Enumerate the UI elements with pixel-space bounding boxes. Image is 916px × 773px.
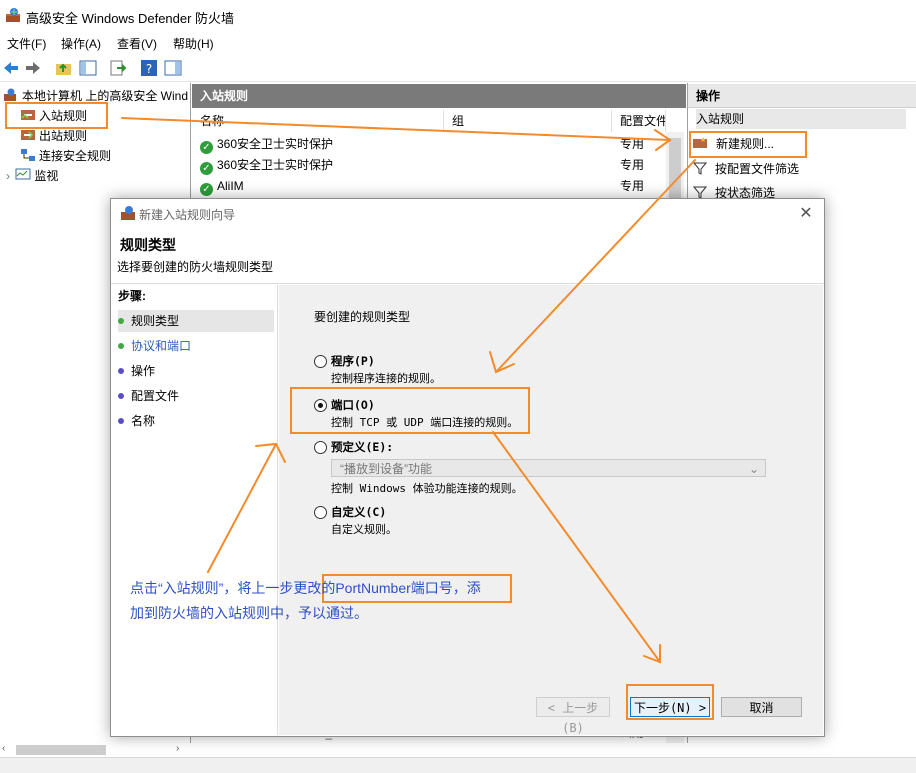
annotation-arrows: [121, 117, 696, 664]
annotation-text-line1: 点击“入站规则”，将上一步更改的PortNumber端口号，添: [130, 580, 481, 596]
annotation-text-line2: 加到防火墙的入站规则中，予以通过。: [130, 605, 368, 621]
